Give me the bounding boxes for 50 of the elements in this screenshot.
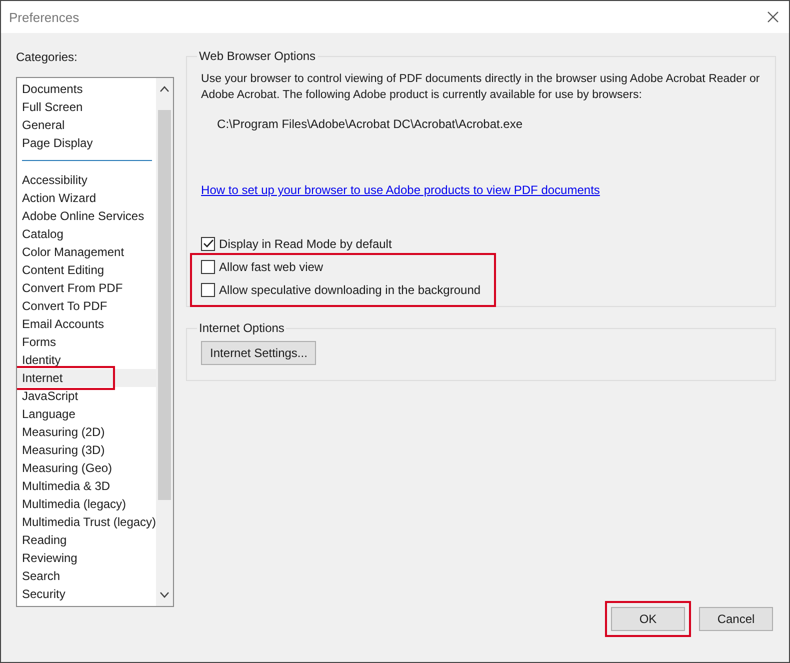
description-text: Use your browser to control viewing of PDF documents directly in the browser using Adobe Acrobat Reader or Adobe Acrobat. The following Adobe product is currently available for use by browsers: xyxy=(201,72,761,103)
checkbox-option[interactable]: Display in Read Mode by default xyxy=(201,232,762,255)
category-item[interactable]: Multimedia & 3D xyxy=(17,477,156,495)
checkmark-icon xyxy=(202,239,214,248)
category-item[interactable]: Language xyxy=(17,405,156,423)
close-icon[interactable] xyxy=(767,11,779,23)
category-item[interactable]: Full Screen xyxy=(17,98,156,116)
window-title: Preferences xyxy=(9,10,80,24)
checkbox[interactable] xyxy=(201,260,216,274)
category-item[interactable]: Multimedia Trust (legacy) xyxy=(17,513,156,531)
category-item[interactable]: Catalog xyxy=(17,225,156,243)
scroll-up-icon[interactable] xyxy=(160,86,170,92)
category-item[interactable]: Email Accounts xyxy=(17,315,156,333)
category-item[interactable]: General xyxy=(17,116,156,134)
scroll-down-icon[interactable] xyxy=(160,592,170,598)
dialog-button[interactable]: OK xyxy=(605,601,691,637)
category-item[interactable]: Adobe Online Services xyxy=(17,207,156,225)
category-item[interactable]: Search xyxy=(17,567,156,585)
scrollbar-thumb[interactable] xyxy=(158,110,172,500)
category-item[interactable]: Content Editing xyxy=(17,261,156,279)
category-item[interactable]: Measuring (2D) xyxy=(17,423,156,441)
internet-settings-button[interactable]: Internet Settings... xyxy=(201,341,316,365)
category-item[interactable]: Action Wizard xyxy=(17,189,156,207)
categories-label: Categories: xyxy=(16,50,78,64)
category-item[interactable]: Internet xyxy=(17,369,156,387)
category-item[interactable]: Multimedia (legacy) xyxy=(17,495,156,513)
category-item[interactable]: Security xyxy=(17,585,156,603)
category-item[interactable]: Accessibility xyxy=(17,171,156,189)
group-title: Internet Options xyxy=(198,321,286,335)
category-item[interactable]: Identity xyxy=(17,351,156,369)
scrollbar[interactable] xyxy=(156,78,174,606)
category-item[interactable]: Measuring (3D) xyxy=(17,441,156,459)
checkbox[interactable] xyxy=(201,282,216,296)
group-title: Web Browser Options xyxy=(198,49,317,63)
dialog-button[interactable]: Cancel xyxy=(699,607,773,631)
category-item[interactable]: Color Management xyxy=(17,243,156,261)
category-item[interactable]: Measuring (Geo) xyxy=(17,459,156,477)
category-item[interactable]: JavaScript xyxy=(17,387,156,405)
category-item[interactable]: Forms xyxy=(17,333,156,351)
category-item[interactable]: Page Display xyxy=(17,134,156,152)
help-link[interactable]: How to set up your browser to use Adobe products to view PDF documents xyxy=(201,183,600,197)
checkbox-option[interactable]: Allow speculative downloading in the background xyxy=(201,278,762,301)
category-item[interactable]: Convert To PDF xyxy=(17,297,156,315)
file-path: C:\Program Files\Adobe\Acrobat DC\Acrobat\Acrobat.exe xyxy=(217,117,524,131)
category-item[interactable]: Convert From PDF xyxy=(17,279,156,297)
category-item[interactable]: Reviewing xyxy=(17,549,156,567)
checkbox[interactable] xyxy=(201,236,216,250)
checkbox-option[interactable]: Allow fast web view xyxy=(201,255,762,278)
category-item[interactable]: Reading xyxy=(17,531,156,549)
category-item[interactable]: Documents xyxy=(17,80,156,98)
